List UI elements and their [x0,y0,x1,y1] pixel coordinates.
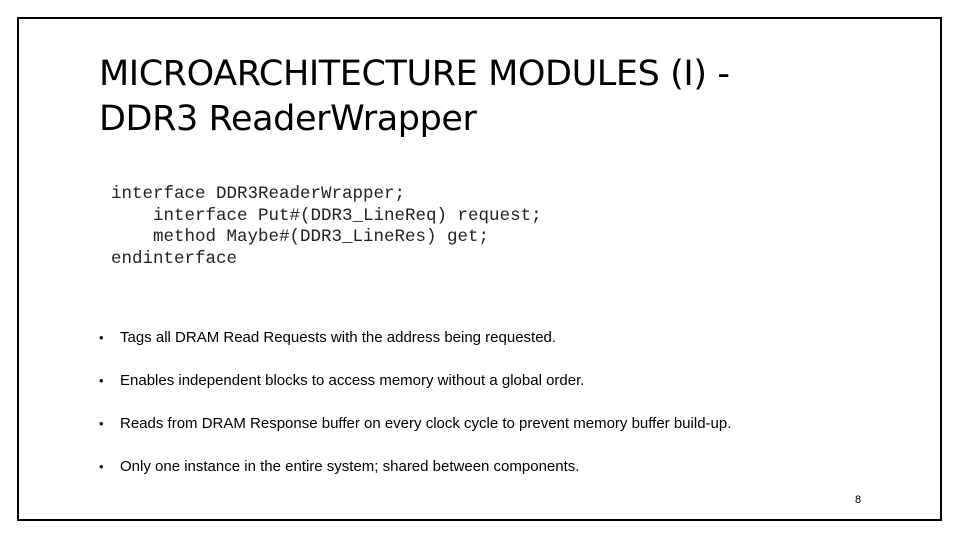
slide-title-line-2: DDR3 ReaderWrapper [99,99,477,139]
bullet-dot-icon: • [99,330,104,345]
bullet-text: Enables independent blocks to access mem… [120,372,585,389]
bullet-dot-icon: • [99,459,104,474]
bullet-text: Only one instance in the entire system; … [120,458,580,475]
code-line: method Maybe#(DDR3_LineRes) get; [111,227,490,248]
bullet-text: Reads from DRAM Response buffer on every… [120,415,732,432]
code-block: interface DDR3ReaderWrapper; interface P… [111,184,542,271]
code-line: endinterface [111,249,238,270]
slide-title-line-1: MICROARCHITECTURE MODULES (I) - [99,54,730,94]
slide-title: MICROARCHITECTURE MODULES (I) - DDR3 Rea… [99,52,730,142]
bullet-text: Tags all DRAM Read Requests with the add… [120,329,557,346]
bullet-dot-icon: • [99,416,104,431]
code-line: interface Put#(DDR3_LineReq) request; [111,205,542,226]
page-number: 8 [855,494,862,506]
bullet-dot-icon: • [99,373,104,388]
code-line: interface DDR3ReaderWrapper; [111,184,406,204]
